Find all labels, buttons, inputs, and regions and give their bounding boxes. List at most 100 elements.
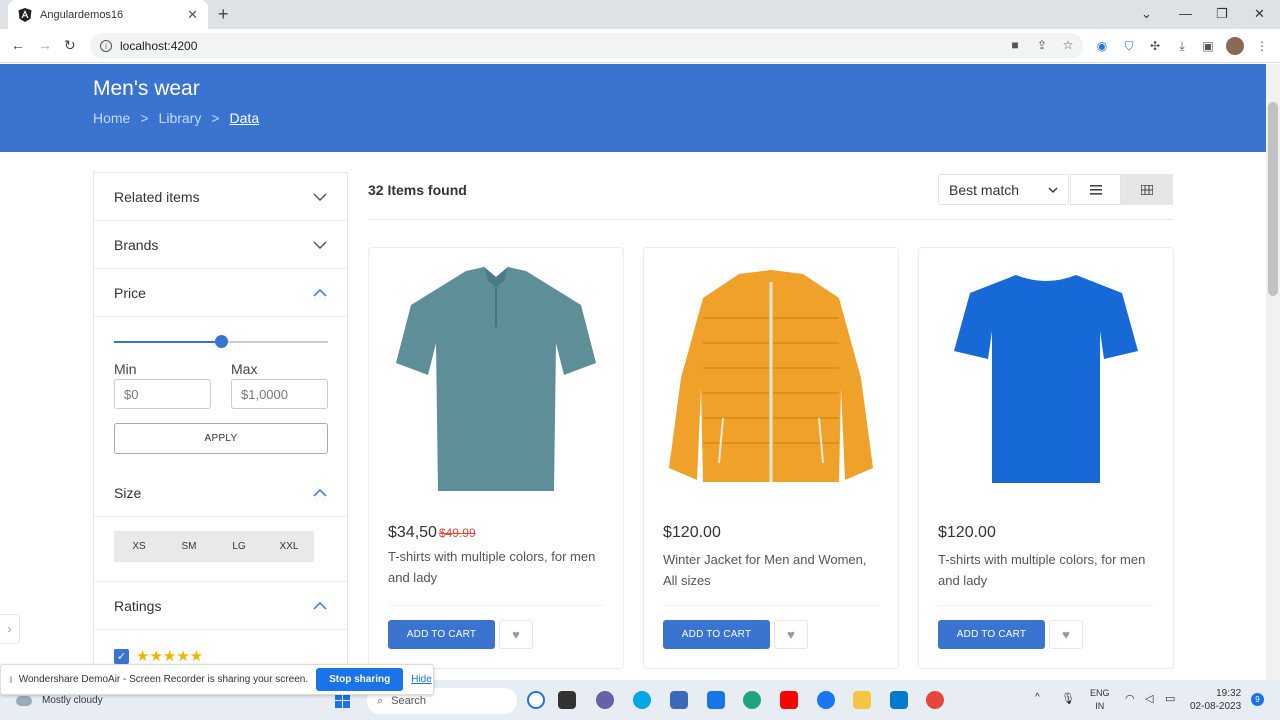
section-related-items[interactable]: Related items bbox=[94, 173, 347, 221]
price-slider[interactable] bbox=[114, 335, 328, 348]
section-ratings[interactable]: Ratings bbox=[94, 582, 347, 630]
chevron-up-icon bbox=[313, 286, 327, 300]
apply-button[interactable]: APPLY bbox=[114, 423, 328, 454]
edge-icon[interactable] bbox=[743, 691, 761, 709]
lang-top: ENG bbox=[1090, 688, 1110, 698]
breadcrumb-data[interactable]: Data bbox=[230, 110, 260, 126]
language-indicator[interactable]: ENG IN bbox=[1090, 687, 1110, 713]
extension-icon[interactable]: ◉ bbox=[1095, 39, 1109, 53]
max-price-input[interactable]: $1,0000 bbox=[231, 379, 328, 409]
product-price: $34,50 $49.99 bbox=[388, 524, 476, 542]
wishlist-heart-icon[interactable]: ♥ bbox=[499, 620, 533, 649]
maximize-icon[interactable]: ❐ bbox=[1216, 6, 1228, 22]
mail-icon[interactable] bbox=[707, 691, 725, 709]
current-price: $120.00 bbox=[663, 524, 721, 541]
add-to-cart-button[interactable]: ADD TO CART bbox=[663, 620, 770, 649]
rating-filter-5[interactable]: ✓ ★★★★★ bbox=[114, 647, 203, 665]
breadcrumb-separator: > bbox=[211, 110, 220, 126]
clock[interactable]: 19:32 02-08-2023 bbox=[1190, 687, 1241, 713]
chat-icon[interactable] bbox=[596, 691, 614, 709]
section-brands[interactable]: Brands bbox=[94, 221, 347, 269]
product-image[interactable] bbox=[919, 248, 1173, 508]
bookmark-star-icon[interactable]: ☆ bbox=[1061, 38, 1075, 52]
drag-handle-icon[interactable]: ‖ bbox=[9, 675, 13, 685]
size-xxl-button[interactable]: XXL bbox=[264, 531, 314, 562]
windows-start-icon[interactable] bbox=[335, 693, 350, 708]
new-tab-button[interactable]: + bbox=[218, 5, 229, 23]
avatar[interactable] bbox=[1226, 37, 1244, 55]
share-icon[interactable]: ⇪ bbox=[1035, 38, 1049, 52]
sidepanel-icon[interactable]: ▣ bbox=[1201, 39, 1215, 53]
breadcrumb-home[interactable]: Home bbox=[93, 110, 130, 126]
product-card: $34,50 $49.99 T-shirts with multiple colo… bbox=[368, 247, 624, 669]
divider bbox=[663, 605, 879, 606]
price-slider-handle[interactable] bbox=[215, 335, 228, 348]
cloud-icon bbox=[16, 695, 32, 706]
minimize-icon[interactable]: — bbox=[1179, 6, 1192, 21]
filter-sidebar: Related items Brands Price Min Max $0 $1… bbox=[93, 172, 348, 680]
skype-icon[interactable] bbox=[633, 691, 651, 709]
add-to-cart-button[interactable]: ADD TO CART bbox=[388, 620, 495, 649]
size-xs-button[interactable]: XS bbox=[114, 531, 164, 562]
chevron-up-icon[interactable]: ^ bbox=[1035, 692, 1040, 703]
task-view-icon[interactable] bbox=[558, 691, 576, 709]
grid-view-button[interactable] bbox=[1121, 174, 1173, 205]
store-icon[interactable] bbox=[670, 691, 688, 709]
shield-icon[interactable]: ⛉ bbox=[1122, 39, 1136, 53]
page-title: Men's wear bbox=[93, 77, 200, 100]
youtube-icon[interactable] bbox=[780, 691, 798, 709]
section-label: Ratings bbox=[114, 597, 162, 614]
close-tab-icon[interactable]: ✕ bbox=[187, 7, 198, 23]
product-image[interactable] bbox=[369, 248, 623, 508]
section-size[interactable]: Size bbox=[94, 469, 347, 517]
product-image[interactable] bbox=[644, 248, 898, 508]
search-icon: ⌕ bbox=[377, 694, 384, 707]
search-label: Search bbox=[391, 695, 427, 707]
back-icon[interactable]: ← bbox=[11, 37, 25, 53]
min-price-input[interactable]: $0 bbox=[114, 379, 211, 409]
chevron-down-icon bbox=[313, 190, 327, 204]
size-sm-button[interactable]: SM bbox=[164, 531, 214, 562]
camera-icon[interactable]: ■ bbox=[1008, 38, 1022, 52]
list-view-button[interactable] bbox=[1070, 174, 1121, 205]
sort-select[interactable]: Best match bbox=[938, 174, 1069, 205]
forward-icon[interactable]: → bbox=[38, 37, 52, 53]
wishlist-heart-icon[interactable]: ♥ bbox=[774, 620, 808, 649]
volume-icon[interactable]: ◁ bbox=[1145, 692, 1153, 705]
angular-icon bbox=[18, 7, 32, 22]
menu-icon[interactable]: ⋮ bbox=[1255, 39, 1269, 53]
notification-badge[interactable]: 9 bbox=[1251, 693, 1264, 706]
wifi-icon[interactable]: ◠ bbox=[1125, 692, 1135, 705]
puzzle-icon[interactable]: ✣ bbox=[1148, 39, 1162, 53]
size-options: XS SM LG XXL bbox=[114, 531, 314, 562]
time: 19:32 bbox=[1216, 688, 1242, 699]
breadcrumb-library[interactable]: Library bbox=[159, 110, 202, 126]
microphone-icon[interactable]: 🎙 bbox=[1061, 692, 1075, 705]
bing-icon[interactable] bbox=[527, 691, 545, 709]
rating-checkbox[interactable]: ✓ bbox=[114, 648, 129, 664]
chrome-icon[interactable] bbox=[926, 691, 944, 709]
file-explorer-icon[interactable] bbox=[853, 691, 871, 709]
download-icon[interactable]: ⤓ bbox=[1175, 39, 1189, 53]
url-bar[interactable]: i localhost:4200 bbox=[90, 33, 1083, 59]
site-info-icon[interactable]: i bbox=[100, 40, 112, 52]
product-description: T-shirts with multiple colors, for men a… bbox=[388, 549, 596, 585]
wishlist-heart-icon[interactable]: ♥ bbox=[1049, 620, 1083, 649]
add-to-cart-button[interactable]: ADD TO CART bbox=[938, 620, 1045, 649]
size-lg-button[interactable]: LG bbox=[214, 531, 264, 562]
stop-sharing-button[interactable]: Stop sharing bbox=[316, 668, 404, 691]
puffer-jacket-image bbox=[668, 270, 873, 482]
chevron-right-icon[interactable]: › bbox=[0, 614, 20, 644]
tab-search-icon[interactable]: ⌄ bbox=[1141, 6, 1152, 22]
reload-icon[interactable]: ↻ bbox=[64, 37, 76, 54]
hide-link[interactable]: Hide bbox=[411, 674, 432, 685]
scrollbar-thumb[interactable] bbox=[1268, 102, 1278, 296]
weather-widget[interactable]: Mostly cloudy bbox=[16, 695, 103, 706]
breadcrumb: Home > Library > Data bbox=[93, 110, 259, 126]
browser-tab[interactable]: Angulardemos16 ✕ bbox=[8, 0, 208, 29]
vscode-icon[interactable] bbox=[890, 691, 908, 709]
battery-icon[interactable]: ▭ bbox=[1165, 692, 1175, 705]
facebook-icon[interactable] bbox=[817, 691, 835, 709]
section-price[interactable]: Price bbox=[94, 269, 347, 317]
close-window-icon[interactable]: ✕ bbox=[1254, 6, 1265, 22]
